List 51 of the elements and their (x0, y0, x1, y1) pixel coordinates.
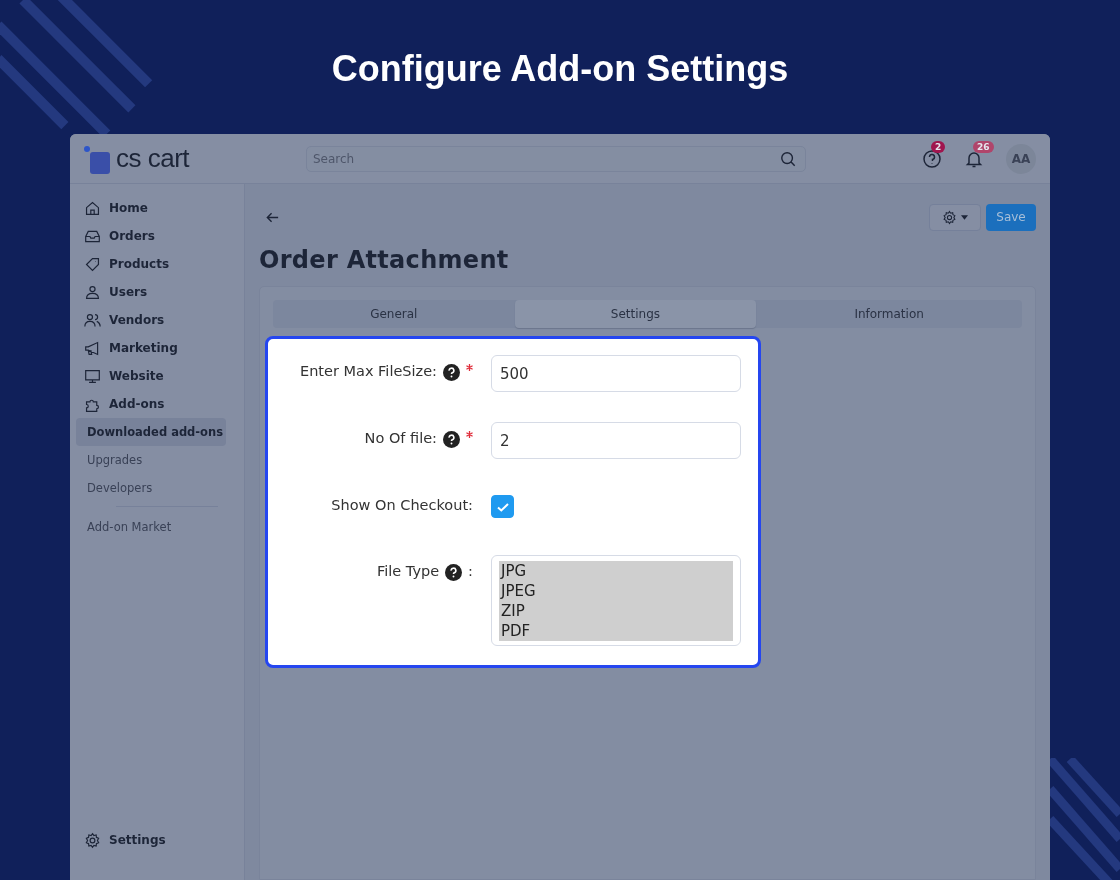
search-field[interactable]: Search (306, 145, 806, 172)
sidebar-link[interactable]: Add-on Market (76, 513, 226, 541)
sidebar-subitem[interactable]: Developers (76, 474, 226, 502)
sidebar-item[interactable]: Products (109, 257, 170, 271)
count-badge: 26 (973, 140, 994, 153)
input-field[interactable]: 500 (491, 355, 741, 392)
field-label: Show On Checkout: (331, 497, 473, 513)
sidebar-item[interactable]: Marketing (109, 341, 178, 355)
list-option[interactable]: JPG (499, 560, 733, 581)
list-option[interactable]: PDF (499, 620, 733, 641)
sidebar-item[interactable]: Orders (109, 229, 155, 243)
field-label: : (468, 562, 473, 579)
list-box[interactable]: JPG JPEG ZIP PDF (491, 554, 741, 646)
list-option[interactable]: JPEG (499, 580, 733, 601)
save-button[interactable]: Save (986, 203, 1036, 231)
settings-icon (84, 831, 101, 849)
help-icon[interactable] (445, 563, 463, 581)
logo-text: cs cart (116, 143, 190, 174)
tab[interactable]: Settings (514, 300, 757, 328)
logo-icon (84, 146, 110, 174)
input-field[interactable]: 2 (491, 422, 741, 459)
tab[interactable]: General (273, 300, 515, 328)
sidebar-item[interactable]: Settings (109, 833, 166, 847)
user-avatar[interactable]: AA (1006, 143, 1036, 174)
page-heading: Order Attachment (259, 246, 510, 274)
search-icon (780, 150, 796, 167)
sidebar-item[interactable]: Users (109, 285, 148, 299)
tag-icon (84, 255, 101, 273)
tab[interactable]: Information (756, 300, 1022, 328)
help-icon[interactable] (443, 364, 460, 381)
sidebar-item[interactable]: Home (109, 201, 148, 215)
field-label: Enter Max FileSize: (299, 363, 437, 379)
sidebar-subitem[interactable]: Downloaded add-ons (76, 418, 226, 446)
list-option[interactable]: ZIP (499, 600, 733, 621)
count-badge: 2 (931, 140, 946, 153)
settings-icon (942, 209, 957, 225)
users-icon (84, 311, 101, 329)
megaphone-icon (84, 339, 101, 357)
field-label: File Type (376, 562, 440, 579)
sidebar-item[interactable]: Website (109, 369, 164, 383)
user-icon (84, 283, 101, 301)
checkbox[interactable] (491, 495, 514, 518)
monitor-icon (84, 367, 101, 385)
home-icon (84, 199, 101, 217)
sidebar-item[interactable]: Add-ons (109, 397, 165, 411)
sidebar-subitem[interactable]: Upgrades (76, 446, 226, 474)
settings-dropdown-button[interactable] (929, 203, 981, 231)
sidebar-item[interactable]: Vendors (109, 313, 165, 327)
field-label: No Of file: (364, 430, 437, 446)
caret-icon (961, 214, 968, 220)
help-icon[interactable] (443, 431, 460, 448)
